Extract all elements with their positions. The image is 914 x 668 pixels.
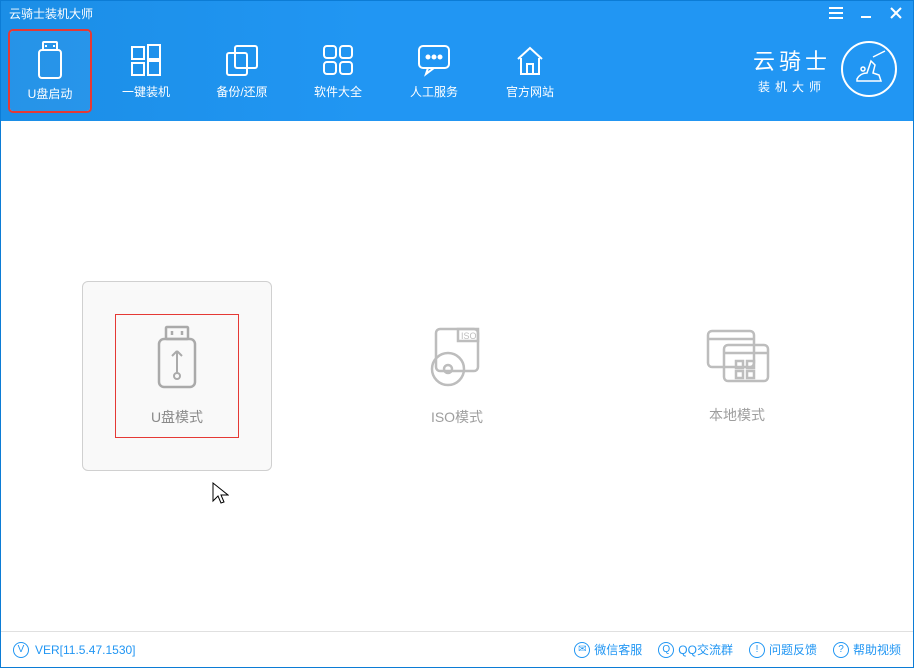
brand-text: 云骑士 装机大师 (753, 44, 831, 95)
footer-qq-group[interactable]: Q QQ交流群 (658, 641, 733, 658)
nav-official-site[interactable]: 官方网站 (489, 30, 571, 112)
footer-wechat-support[interactable]: ✉ 微信客服 (574, 641, 642, 658)
usb-icon (34, 41, 66, 79)
mode-label: U盘模式 (151, 407, 203, 427)
footer: V VER[11.5.47.1530] ✉ 微信客服 Q QQ交流群 ! 问题反… (1, 631, 913, 667)
nav-label: 一键装机 (122, 83, 170, 100)
close-button[interactable] (887, 4, 905, 22)
nav-one-click-install[interactable]: 一键装机 (105, 30, 187, 112)
chat-icon (416, 43, 452, 77)
footer-feedback[interactable]: ! 问题反馈 (749, 641, 817, 658)
content-area: U盘模式 ISO ISO模式 (1, 121, 913, 631)
backup-icon (224, 43, 260, 77)
help-icon: ? (833, 642, 849, 658)
qq-icon: Q (658, 642, 674, 658)
titlebar: 云骑士装机大师 (1, 1, 913, 25)
mode-usb[interactable]: U盘模式 (82, 281, 272, 471)
footer-link-label: 帮助视频 (853, 641, 901, 658)
wechat-icon: ✉ (574, 642, 590, 658)
window-buttons (827, 4, 905, 22)
footer-links: ✉ 微信客服 Q QQ交流群 ! 问题反馈 ? 帮助视频 (574, 641, 901, 658)
nav-label: 软件大全 (314, 83, 362, 100)
app-title: 云骑士装机大师 (9, 5, 93, 22)
iso-icon: ISO (424, 325, 490, 387)
nav-backup-restore[interactable]: 备份/还原 (201, 30, 283, 112)
svg-text:ISO: ISO (461, 331, 477, 341)
minimize-button[interactable] (857, 4, 875, 22)
footer-link-label: 问题反馈 (769, 641, 817, 658)
header: 云骑士装机大师 (1, 1, 913, 121)
mode-local[interactable]: 本地模式 (642, 281, 832, 471)
home-icon (512, 43, 548, 77)
brand-line1: 云骑士 (753, 44, 831, 76)
knight-logo-icon (841, 41, 897, 97)
nav-label: 人工服务 (410, 83, 458, 100)
nav-label: 备份/还原 (216, 83, 267, 100)
nav-label: 官方网站 (506, 83, 554, 100)
cursor-icon (211, 481, 229, 505)
footer-link-label: 微信客服 (594, 641, 642, 658)
brand-line2: 装机大师 (753, 78, 831, 95)
local-windows-icon (702, 327, 772, 385)
usb-large-icon (149, 325, 205, 391)
windows-icon (129, 43, 163, 77)
apps-icon (321, 43, 355, 77)
version-text: VER[11.5.47.1530] (35, 643, 136, 657)
mode-iso[interactable]: ISO ISO模式 (362, 281, 552, 471)
feedback-icon: ! (749, 642, 765, 658)
mode-selector: U盘模式 ISO ISO模式 (82, 281, 832, 471)
nav-software[interactable]: 软件大全 (297, 30, 379, 112)
nav-usb-boot[interactable]: U盘启动 (9, 30, 91, 112)
mode-usb-highlight: U盘模式 (115, 314, 239, 438)
app-window: 云骑士装机大师 (0, 0, 914, 668)
footer-help-video[interactable]: ? 帮助视频 (833, 641, 901, 658)
mode-label: ISO模式 (431, 407, 483, 427)
mode-label: 本地模式 (709, 405, 765, 425)
version-info[interactable]: V VER[11.5.47.1530] (13, 642, 136, 658)
nav-label: U盘启动 (28, 85, 73, 102)
version-icon: V (13, 642, 29, 658)
footer-link-label: QQ交流群 (678, 641, 733, 658)
brand: 云骑士 装机大师 (753, 41, 897, 97)
menu-button[interactable] (827, 4, 845, 22)
nav-support[interactable]: 人工服务 (393, 30, 475, 112)
